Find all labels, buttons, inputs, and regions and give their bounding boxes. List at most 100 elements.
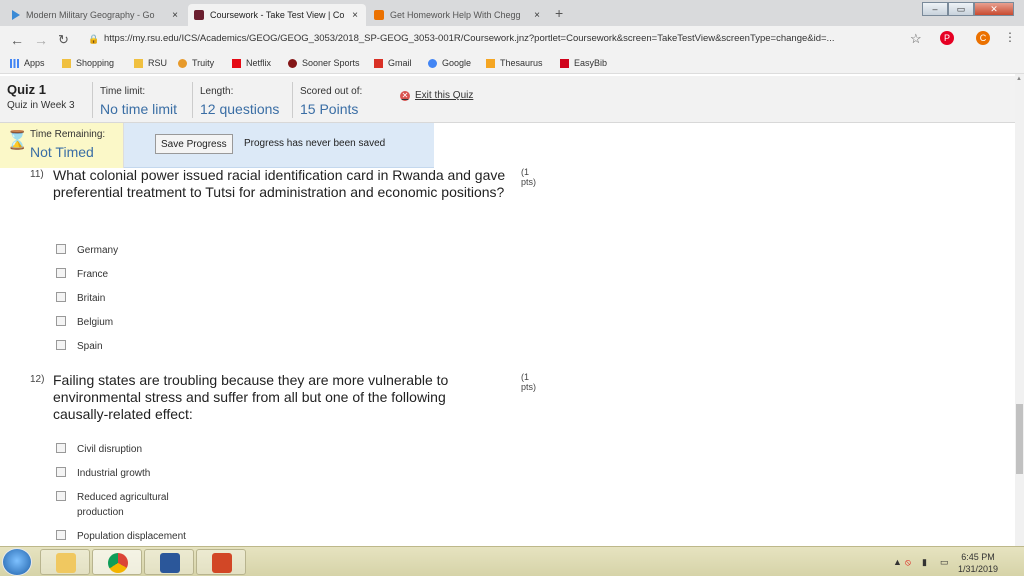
apps-grid-icon bbox=[10, 58, 19, 68]
folder-icon bbox=[62, 58, 71, 68]
url-field[interactable]: https://my.rsu.edu/ICS/Academics/GEOG/GE… bbox=[104, 33, 834, 44]
score-label: Scored out of: bbox=[300, 86, 363, 97]
rsu-logo-icon bbox=[194, 10, 204, 20]
bookmark-rsu[interactable]: RSU bbox=[134, 58, 167, 68]
signal-icon[interactable]: ▮ bbox=[922, 557, 927, 568]
checkbox[interactable] bbox=[56, 268, 66, 278]
tab-chegg[interactable]: Get Homework Help With Chegg × bbox=[368, 4, 548, 26]
option-spain[interactable]: Spain bbox=[56, 339, 187, 354]
bookmark-sooner-sports[interactable]: Sooner Sports bbox=[288, 58, 360, 68]
bookmark-gmail[interactable]: Gmail bbox=[374, 58, 412, 68]
save-progress-bar: Save Progress Progress has never been sa… bbox=[124, 123, 434, 168]
tab-label: Modern Military Geography - Go bbox=[26, 10, 155, 20]
tab-military-geography[interactable]: Modern Military Geography - Go × bbox=[6, 4, 186, 26]
checkbox[interactable] bbox=[56, 467, 66, 477]
window-controls: – ▭ ✕ bbox=[922, 2, 1014, 16]
checkbox[interactable] bbox=[56, 491, 66, 501]
maximize-icon[interactable]: ▭ bbox=[948, 2, 974, 16]
truity-icon bbox=[178, 58, 187, 68]
battery-icon[interactable]: ▭ bbox=[940, 557, 949, 568]
exit-quiz-link[interactable]: ✕ Exit this Quiz bbox=[400, 90, 473, 101]
option-belgium[interactable]: Belgium bbox=[56, 315, 187, 330]
scroll-up-icon[interactable]: ▲ bbox=[1016, 76, 1022, 82]
length-label: Length: bbox=[200, 86, 234, 97]
question-text: Failing states are troubling because the… bbox=[53, 372, 449, 422]
easybib-icon bbox=[560, 58, 569, 68]
option-civil-disruption[interactable]: Civil disruption bbox=[56, 442, 187, 457]
checkbox[interactable] bbox=[56, 530, 66, 540]
option-reduced-agricultural-production[interactable]: Reduced agricultural production bbox=[56, 490, 187, 520]
scrollbar-thumb[interactable] bbox=[1016, 404, 1023, 474]
checkbox[interactable] bbox=[56, 443, 66, 453]
time-remaining-panel: ⌛ Time Remaining: Not Timed bbox=[0, 123, 124, 168]
question-points: (1 pts) bbox=[521, 167, 537, 187]
windows-taskbar: ▲ ⦸ ▮ ▭ 6:45 PM 1/31/2019 bbox=[0, 546, 1024, 576]
divider bbox=[192, 82, 193, 118]
lock-icon: 🔒 bbox=[88, 34, 100, 44]
tab-close-icon[interactable]: × bbox=[172, 10, 178, 21]
close-circle-icon: ✕ bbox=[400, 90, 410, 101]
bookmark-google[interactable]: Google bbox=[428, 58, 471, 68]
option-germany[interactable]: Germany bbox=[56, 243, 187, 258]
tab-close-icon[interactable]: × bbox=[534, 10, 540, 21]
start-button-icon[interactable] bbox=[2, 548, 32, 576]
option-britain[interactable]: Britain bbox=[56, 291, 187, 306]
folder-icon bbox=[134, 58, 143, 68]
checkbox[interactable] bbox=[56, 292, 66, 302]
option-population-displacement[interactable]: Population displacement bbox=[56, 529, 237, 544]
quiz-subtitle: Quiz in Week 3 bbox=[7, 100, 75, 111]
checkbox[interactable] bbox=[56, 316, 66, 326]
tab-label: Get Homework Help With Chegg bbox=[390, 10, 521, 20]
page-scrollbar[interactable]: ▲ bbox=[1015, 74, 1024, 546]
taskbar-word[interactable] bbox=[144, 549, 194, 575]
taskbar-explorer[interactable] bbox=[40, 549, 90, 575]
clock-time: 6:45 PM bbox=[961, 552, 995, 562]
browser-tab-bar: Modern Military Geography - Go × Coursew… bbox=[0, 0, 1024, 26]
bookmark-truity[interactable]: Truity bbox=[178, 58, 214, 68]
show-hidden-icons-icon[interactable]: ▲ bbox=[893, 557, 902, 567]
gmail-icon bbox=[374, 58, 383, 68]
bookmark-star-icon[interactable]: ☆ bbox=[910, 31, 922, 47]
divider bbox=[292, 82, 293, 118]
time-remaining-value: Not Timed bbox=[30, 144, 94, 160]
question-text: What colonial power issued racial identi… bbox=[53, 167, 506, 200]
system-clock[interactable]: 6:45 PM 1/31/2019 bbox=[958, 551, 998, 575]
pinterest-icon[interactable]: P bbox=[940, 31, 954, 45]
chegg-extension-icon[interactable]: C bbox=[976, 31, 990, 45]
checkbox[interactable] bbox=[56, 340, 66, 350]
bookmark-thesaurus[interactable]: Thesaurus bbox=[486, 58, 543, 68]
browser-menu-icon[interactable]: ⋮ bbox=[1004, 30, 1016, 44]
chrome-icon bbox=[108, 553, 128, 573]
close-window-icon[interactable]: ✕ bbox=[974, 2, 1014, 16]
bookmark-shopping[interactable]: Shopping bbox=[62, 58, 114, 68]
play-icon bbox=[12, 10, 20, 20]
save-status: Progress has never been saved bbox=[244, 138, 386, 149]
quiz-title: Quiz 1 bbox=[7, 82, 47, 97]
exit-quiz-label: Exit this Quiz bbox=[415, 90, 474, 101]
minimize-icon[interactable]: – bbox=[922, 2, 948, 16]
bookmark-apps[interactable]: Apps bbox=[10, 58, 45, 68]
forward-icon[interactable]: → bbox=[34, 32, 48, 48]
word-icon bbox=[160, 553, 180, 573]
bookmark-netflix[interactable]: Netflix bbox=[232, 58, 271, 68]
option-france[interactable]: France bbox=[56, 267, 187, 282]
score-value: 15 Points bbox=[300, 101, 359, 117]
tab-close-icon[interactable]: × bbox=[352, 10, 358, 21]
bookmark-easybib[interactable]: EasyBib bbox=[560, 58, 607, 68]
network-warning-icon[interactable]: ⦸ bbox=[905, 557, 911, 568]
google-icon bbox=[428, 58, 437, 68]
taskbar-chrome[interactable] bbox=[92, 549, 142, 575]
checkbox[interactable] bbox=[56, 244, 66, 254]
new-tab-icon[interactable]: + bbox=[555, 5, 563, 21]
sooner-icon bbox=[288, 58, 297, 68]
divider bbox=[92, 82, 93, 118]
taskbar-powerpoint[interactable] bbox=[196, 549, 246, 575]
save-progress-button[interactable]: Save Progress bbox=[155, 134, 233, 154]
quiz-header: Quiz 1 Quiz in Week 3 Time limit: No tim… bbox=[0, 76, 1015, 123]
length-value: 12 questions bbox=[200, 101, 280, 117]
option-industrial-growth[interactable]: Industrial growth bbox=[56, 466, 187, 481]
tab-coursework[interactable]: Coursework - Take Test View | Co × bbox=[188, 4, 366, 26]
chegg-icon bbox=[374, 10, 384, 20]
reload-icon[interactable]: ↻ bbox=[58, 32, 69, 48]
back-icon[interactable]: ← bbox=[10, 32, 24, 48]
